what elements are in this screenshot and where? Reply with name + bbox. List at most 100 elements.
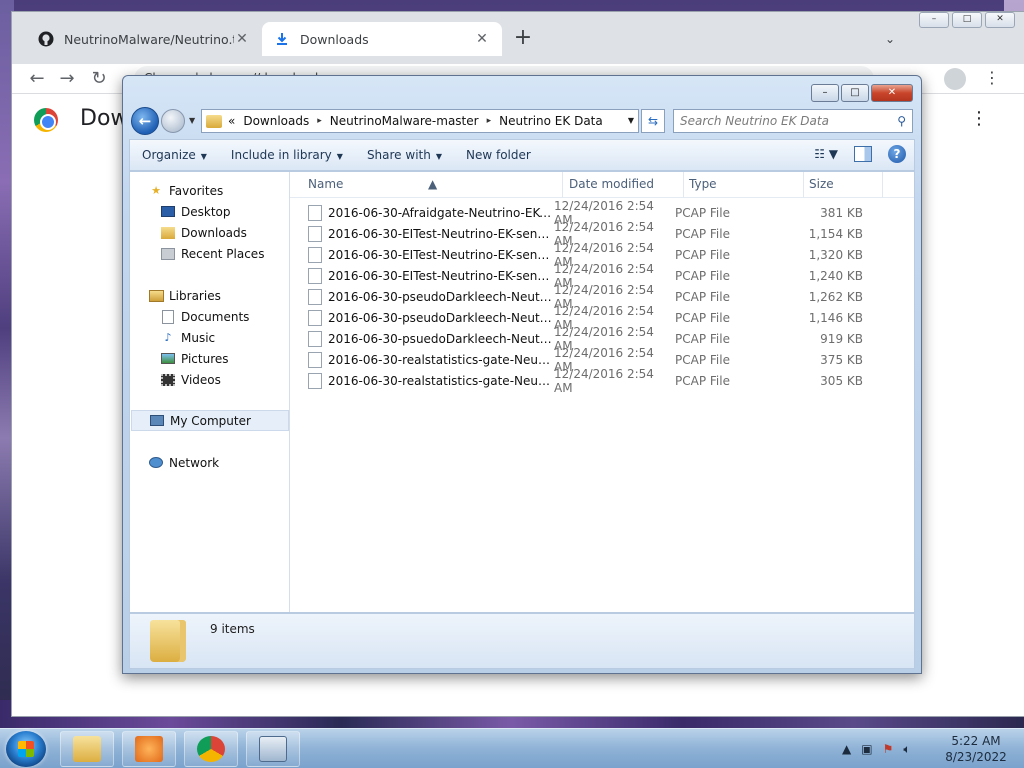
tab-github[interactable]: NeutrinoMalware/Neutrino.txt at ✕ <box>26 22 262 56</box>
breadcrumb-item-neutrinomalware-master[interactable]: NeutrinoMalware-master <box>330 114 479 128</box>
reload-icon[interactable]: ↻ <box>88 68 110 90</box>
start-button[interactable] <box>6 731 46 767</box>
close-button[interactable]: ✕ <box>985 12 1015 28</box>
search-icon[interactable]: ⚲ <box>897 114 906 128</box>
back-arrow-icon[interactable]: ← <box>26 68 48 90</box>
taskbar: ▲ ▣ ⚑ 🔈︎ 5:22 AM 8/23/2022 <box>0 728 1024 768</box>
item-count: 9 items <box>210 622 255 636</box>
chrome-window-controls: – □ ✕ <box>916 12 1015 28</box>
file-type: PCAP File <box>675 247 730 262</box>
download-icon <box>274 31 290 47</box>
minimize-button[interactable]: – <box>811 84 839 102</box>
help-icon[interactable]: ? <box>888 145 906 163</box>
show-hidden-icons-icon[interactable]: ▲ <box>842 742 851 756</box>
file-name: 2016-06-30-realstatistics-gate-Neutrino-… <box>328 352 554 367</box>
column-divider[interactable] <box>803 172 804 198</box>
breadcrumb-item-neutrino-ek-data[interactable]: Neutrino EK Data <box>499 114 603 128</box>
forward-button[interactable] <box>161 109 185 133</box>
file-icon <box>308 309 322 326</box>
profile-avatar-icon[interactable] <box>944 68 966 90</box>
clock-date: 8/23/2022 <box>945 750 1007 764</box>
file-size: 381 KB <box>820 205 863 220</box>
new-folder-button[interactable]: New folder <box>454 148 543 162</box>
recent-pages-dropdown-icon[interactable]: ▼ <box>189 116 195 125</box>
maximize-button[interactable]: □ <box>841 84 869 102</box>
videos-icon <box>160 373 176 387</box>
new-folder-label: New folder <box>466 148 531 162</box>
breadcrumb-item-downloads[interactable]: Downloads <box>243 114 309 128</box>
file-type: PCAP File <box>675 331 730 346</box>
minimize-button[interactable]: – <box>919 12 949 28</box>
tab-title: Downloads <box>300 31 369 47</box>
breadcrumb[interactable]: « Downloads ▸ NeutrinoMalware-master ▸ N… <box>201 109 639 133</box>
file-type: PCAP File <box>675 289 730 304</box>
sidebar-item-label: Network <box>169 455 220 470</box>
chrome-menu-icon[interactable]: ⋮ <box>984 68 1000 87</box>
file-type: PCAP File <box>675 226 730 241</box>
file-icon <box>308 351 322 368</box>
organize-button[interactable]: Organize ▼ <box>130 148 219 162</box>
folder-icon <box>206 114 222 128</box>
breadcrumb-separator-icon[interactable]: ▸ <box>317 116 322 126</box>
column-divider[interactable] <box>683 172 684 198</box>
action-center-icon[interactable]: ⚑ <box>883 742 894 756</box>
column-header-date-modified[interactable]: Date modified <box>569 177 654 191</box>
file-name: 2016-06-30-EITest-Neutrino-EK-sends-Cr..… <box>328 226 554 241</box>
taskbar-explorer-button[interactable] <box>60 731 114 767</box>
tab-downloads[interactable]: Downloads ✕ <box>262 22 502 56</box>
desktop-icon <box>160 205 176 219</box>
column-divider[interactable] <box>882 172 883 198</box>
column-header-type[interactable]: Type <box>689 177 717 191</box>
chevron-down-icon: ▼ <box>336 152 343 161</box>
file-list: ▲ Name Date modified Type Size 2016-06-3… <box>290 172 914 612</box>
sidebar-item-libraries[interactable]: Libraries <box>148 285 306 306</box>
back-button[interactable]: ← <box>131 107 159 135</box>
chrome-tabstrip: NeutrinoMalware/Neutrino.txt at ✕ Downlo… <box>12 12 1024 64</box>
breadcrumb-overflow[interactable]: « <box>228 114 235 128</box>
share-with-button[interactable]: Share with ▼ <box>355 148 454 162</box>
sidebar-item-favorites[interactable]: ★ Favorites <box>148 180 306 201</box>
file-size: 1,320 KB <box>808 247 863 262</box>
tab-search-chevron-icon[interactable]: ⌄ <box>885 32 895 46</box>
file-type: PCAP File <box>675 205 730 220</box>
file-row[interactable]: 2016-06-30-realstatistics-gate-Neutrino-… <box>308 367 908 395</box>
change-view-icon[interactable]: ☷ ▼ <box>814 147 838 161</box>
downloads-menu-icon[interactable]: ⋮ <box>970 108 988 129</box>
tab-title: NeutrinoMalware/Neutrino.txt at <box>64 31 234 47</box>
view-controls: ☷ ▼ ? <box>814 145 906 163</box>
explorer-window: – □ ✕ ← ▼ « Downloads ▸ NeutrinoMalware-… <box>122 75 922 674</box>
refresh-icon[interactable]: ⇆ <box>641 109 665 133</box>
taskbar-media-player-button[interactable] <box>122 731 176 767</box>
taskbar-chrome-button[interactable] <box>184 731 238 767</box>
search-placeholder: Search Neutrino EK Data <box>680 114 829 128</box>
chevron-down-icon: ▼ <box>200 152 207 161</box>
sidebar-item-my-computer[interactable]: My Computer <box>131 410 289 431</box>
column-divider[interactable] <box>562 172 563 198</box>
clock[interactable]: 5:22 AM 8/23/2022 <box>936 733 1016 765</box>
explorer-icon <box>73 736 101 762</box>
media-player-icon <box>135 736 163 762</box>
maximize-button[interactable]: □ <box>952 12 982 28</box>
forward-arrow-icon[interactable]: → <box>56 68 78 90</box>
tab-close-icon[interactable]: ✕ <box>474 31 490 47</box>
breadcrumb-separator-icon[interactable]: ▸ <box>487 116 492 126</box>
file-icon <box>308 225 322 242</box>
search-input[interactable]: Search Neutrino EK Data ⚲ <box>673 109 913 133</box>
column-header-name[interactable]: Name <box>308 177 343 191</box>
chrome-icon <box>197 736 225 762</box>
system-tray: ▲ ▣ ⚑ 🔈︎ <box>842 729 921 768</box>
sidebar-item-network[interactable]: Network <box>148 452 306 473</box>
include-in-library-button[interactable]: Include in library ▼ <box>219 148 355 162</box>
address-dropdown-icon[interactable]: ▼ <box>628 116 634 125</box>
share-with-label: Share with <box>366 148 431 162</box>
new-tab-button[interactable]: + <box>512 27 534 50</box>
tab-close-icon[interactable]: ✕ <box>234 31 250 47</box>
sidebar-item-label: Downloads <box>181 225 247 240</box>
column-header-size[interactable]: Size <box>809 177 834 191</box>
preview-pane-icon[interactable] <box>854 146 872 162</box>
volume-icon[interactable]: 🔈︎ <box>903 742 910 757</box>
network-status-icon[interactable]: ▣ <box>861 742 872 756</box>
taskbar-window-button[interactable] <box>246 731 300 767</box>
close-button[interactable]: ✕ <box>871 84 913 102</box>
sidebar-item-label: Pictures <box>181 351 229 366</box>
